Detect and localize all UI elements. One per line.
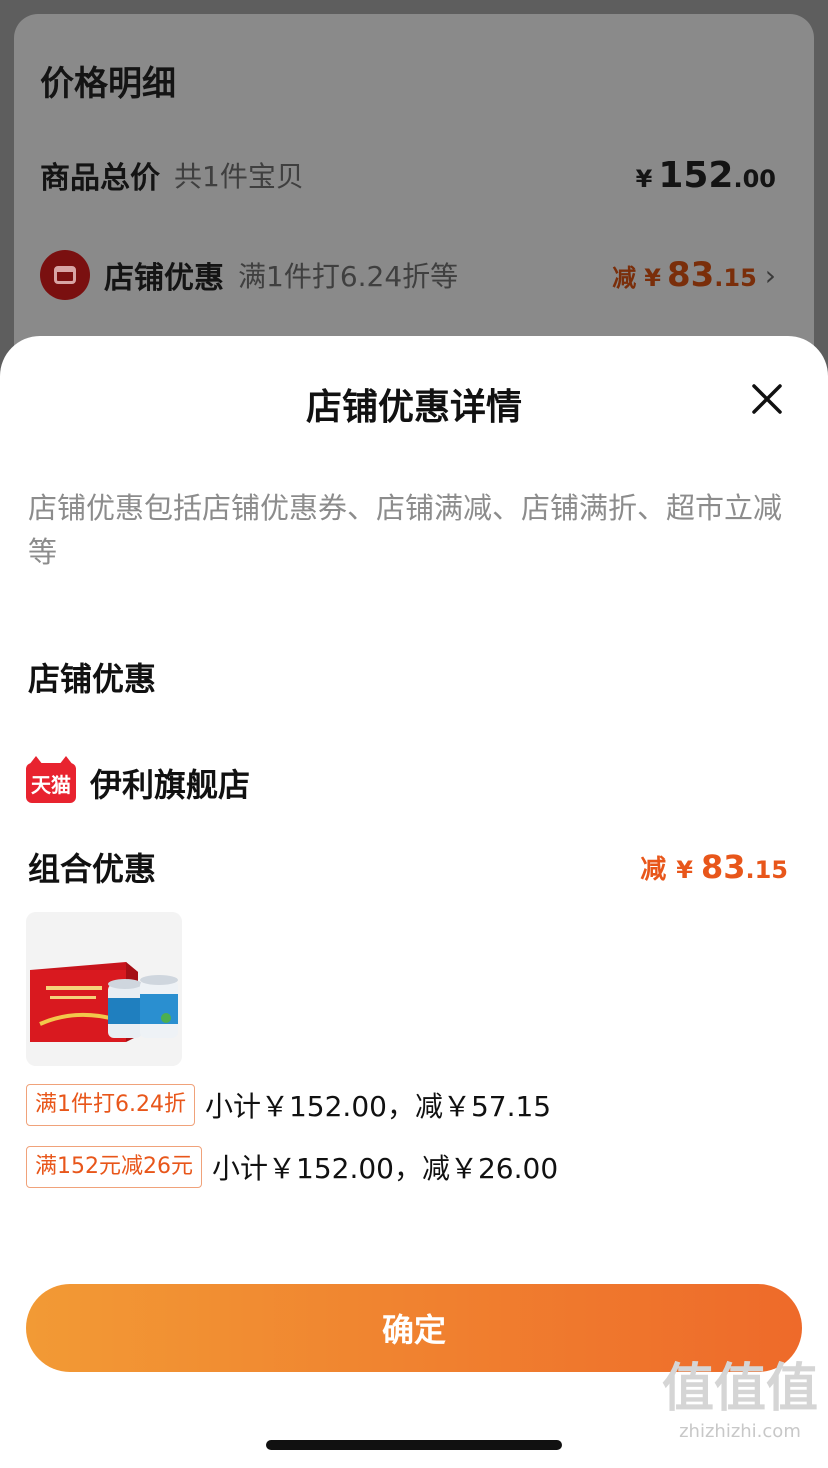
shop-icon bbox=[40, 250, 90, 300]
promo-subtotal-text: 小计￥152.00，减￥57.15 bbox=[204, 1090, 552, 1123]
price-detail-title: 价格明细 bbox=[40, 64, 176, 104]
chevron-right-icon: › bbox=[764, 258, 776, 292]
product-image[interactable] bbox=[26, 912, 182, 1066]
tmall-logo: 天猫 bbox=[26, 756, 76, 803]
combo-discount-row: 组合优惠 减 ¥ 83 .15 bbox=[28, 844, 788, 890]
total-price-row: 商品总价 共1件宝贝 ¥152.00 bbox=[40, 150, 776, 200]
promo-tag: 满1件打6.24折 bbox=[26, 1084, 195, 1126]
sheet-title: 店铺优惠详情 bbox=[305, 387, 522, 428]
combo-title: 组合优惠 bbox=[28, 850, 157, 888]
shop-discount-label: 店铺优惠 bbox=[104, 261, 224, 296]
shop-discount-sheet: 店铺优惠详情 店铺优惠包括店铺优惠券、店铺满减、店铺满折、超市立减等 店铺优惠 … bbox=[0, 336, 828, 1468]
combo-discount-value: 减 ¥ 83 .15 bbox=[640, 848, 788, 886]
promo-row: 满1件打6.24折 小计￥152.00，减￥57.15 bbox=[26, 1084, 551, 1126]
item-count-text: 共1件宝贝 bbox=[174, 160, 304, 193]
store-name: 伊利旗舰店 bbox=[90, 766, 251, 804]
store-row[interactable]: 天猫 伊利旗舰店 bbox=[26, 756, 251, 806]
section-title: 店铺优惠 bbox=[28, 660, 157, 698]
total-price-value: ¥152.00 bbox=[635, 154, 776, 196]
home-indicator[interactable] bbox=[266, 1440, 562, 1450]
promo-row: 满152元减26元 小计￥152.00，减￥26.00 bbox=[26, 1146, 558, 1188]
promo-subtotal-text: 小计￥152.00，减￥26.00 bbox=[212, 1152, 559, 1185]
discount-description: 店铺优惠包括店铺优惠券、店铺满减、店铺满折、超市立减等 bbox=[28, 491, 783, 569]
promo-tag: 满152元减26元 bbox=[26, 1146, 202, 1188]
close-icon[interactable] bbox=[750, 382, 784, 416]
watermark: 值值值 zhizhizhi.com bbox=[661, 1359, 818, 1442]
shop-discount-value: 减 ¥ 83 .15 bbox=[612, 255, 757, 295]
total-price-label: 商品总价 bbox=[40, 161, 160, 196]
shop-discount-row[interactable]: 店铺优惠 满1件打6.24折等 减 ¥ 83 .15 › bbox=[40, 248, 776, 302]
shop-discount-sub: 满1件打6.24折等 bbox=[238, 260, 459, 293]
